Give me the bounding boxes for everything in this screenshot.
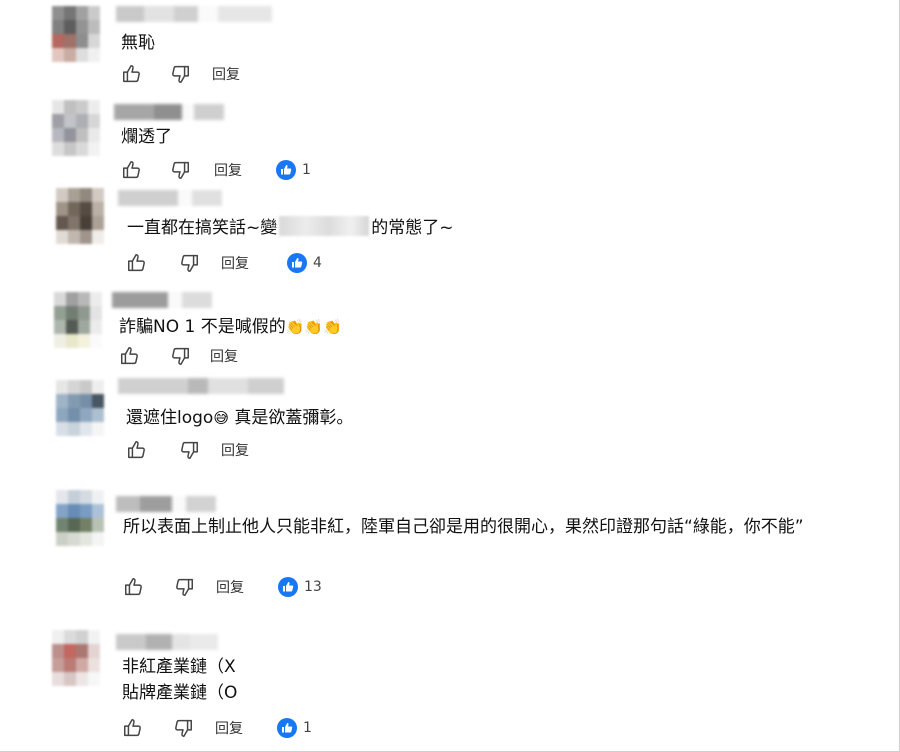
comment-actions: 回复 — [120, 62, 240, 86]
comment-item: 還遮住logo😅 真是欲蓋彌彰。 回复 — [0, 374, 890, 482]
avatar[interactable] — [56, 380, 104, 436]
comment-text-part: 詐騙NO 1 不是喊假的 — [119, 317, 286, 337]
dislike-button[interactable] — [171, 716, 195, 740]
thumbs-down-icon — [175, 719, 192, 737]
comment-text: 非紅產業鏈（X 貼牌產業鏈（O — [122, 654, 237, 706]
comment-item: 一直都在搞笑話~變 的常態了~ 回复 4 — [0, 184, 890, 286]
comment-item: 詐騙NO 1 不是喊假的👏👏👏 回复 — [0, 286, 890, 374]
thumbs-up-icon — [125, 578, 142, 596]
like-button[interactable] — [122, 575, 146, 599]
reply-button[interactable]: 回复 — [212, 64, 240, 84]
like-count-value: 4 — [313, 255, 322, 271]
like-button[interactable] — [118, 344, 142, 368]
like-reaction-icon — [277, 718, 297, 738]
author-name[interactable] — [116, 6, 272, 22]
like-button[interactable] — [120, 158, 144, 182]
comment-text: 詐騙NO 1 不是喊假的👏👏👏 — [119, 314, 342, 340]
author-name[interactable] — [112, 292, 212, 308]
comment-item: 無恥 回复 — [0, 0, 890, 90]
comment-text-part: 真是欲蓋彌彰。 — [228, 408, 354, 428]
avatar[interactable] — [52, 6, 100, 62]
author-name[interactable] — [114, 104, 224, 120]
comment-text-part: 還遮住logo — [126, 408, 214, 428]
like-reaction-icon — [278, 577, 298, 597]
reply-button[interactable]: 回复 — [216, 577, 244, 597]
like-button[interactable] — [125, 251, 149, 275]
comment-text-part: 一直都在搞笑話~變 — [127, 218, 278, 238]
thumbs-down-icon — [172, 65, 189, 83]
comment-actions: 回复 1 — [121, 716, 312, 740]
reply-button[interactable]: 回复 — [215, 718, 243, 738]
avatar[interactable] — [56, 490, 104, 546]
dislike-button[interactable] — [177, 438, 201, 462]
comment-actions: 回复 13 — [122, 575, 322, 599]
like-button[interactable] — [125, 438, 149, 462]
like-count-value: 13 — [304, 579, 322, 595]
thumbs-up-icon — [128, 441, 145, 459]
thumbs-down-icon — [181, 441, 198, 459]
thumbs-down-icon — [181, 254, 198, 272]
like-reaction-icon — [287, 253, 307, 273]
thumbs-up-icon — [124, 719, 141, 737]
reply-button[interactable]: 回复 — [221, 440, 249, 460]
dislike-button[interactable] — [168, 62, 192, 86]
avatar[interactable] — [56, 188, 104, 244]
comment-text-line: 非紅產業鏈（X — [122, 657, 236, 677]
comment-item: 所以表面上制止他人只能非紅，陸軍自己卻是用的很開心，果然印證那句話“綠能，你不能… — [0, 484, 890, 618]
thumbs-up-icon — [123, 161, 140, 179]
like-count: 4 — [287, 253, 322, 273]
dislike-button[interactable] — [168, 158, 192, 182]
like-count: 1 — [276, 160, 311, 180]
reply-button[interactable]: 回复 — [221, 253, 249, 273]
dislike-button[interactable] — [172, 575, 196, 599]
avatar[interactable] — [52, 100, 100, 156]
comment-text: 爛透了 — [121, 127, 172, 147]
thumbs-down-icon — [172, 347, 189, 365]
comment-actions: 回复 1 — [120, 158, 311, 182]
like-count: 1 — [277, 718, 312, 738]
like-count-value: 1 — [302, 162, 311, 178]
comment-item: 爛透了 回复 1 — [0, 92, 890, 184]
author-name[interactable] — [116, 496, 216, 512]
reply-button[interactable]: 回复 — [214, 160, 242, 180]
like-button[interactable] — [120, 62, 144, 86]
comment-actions: 回复 — [118, 344, 238, 368]
avatar[interactable] — [52, 630, 100, 686]
comment-text-part: 的常態了~ — [371, 218, 454, 238]
like-count: 13 — [278, 577, 322, 597]
comment-actions: 回复 — [125, 438, 249, 462]
comment-text: 無恥 — [121, 33, 155, 53]
dislike-button[interactable] — [168, 344, 192, 368]
clapping-hands-emoji: 👏👏👏 — [285, 318, 342, 336]
like-button[interactable] — [121, 716, 145, 740]
like-reaction-icon — [276, 160, 296, 180]
author-name[interactable] — [116, 634, 218, 650]
thumbs-up-icon — [123, 65, 140, 83]
comment-text-line: 貼牌產業鏈（O — [122, 683, 238, 703]
like-count-value: 1 — [303, 720, 312, 736]
avatar[interactable] — [54, 292, 102, 348]
thumbs-down-icon — [172, 161, 189, 179]
comment-actions: 回复 4 — [125, 251, 322, 275]
dislike-button[interactable] — [177, 251, 201, 275]
reply-button[interactable]: 回复 — [210, 346, 238, 366]
redacted-text — [279, 216, 370, 236]
comment-text: 還遮住logo😅 真是欲蓋彌彰。 — [126, 405, 353, 431]
thumbs-down-icon — [176, 578, 193, 596]
comment-text: 所以表面上制止他人只能非紅，陸軍自己卻是用的很開心，果然印證那句話“綠能，你不能… — [123, 517, 804, 537]
comment-item: 非紅產業鏈（X 貼牌產業鏈（O 回复 1 — [0, 626, 890, 750]
sweat-smile-emoji: 😅 — [213, 409, 229, 427]
author-name[interactable] — [118, 190, 222, 206]
thumbs-up-icon — [121, 347, 138, 365]
author-name[interactable] — [118, 378, 284, 394]
thumbs-up-icon — [128, 254, 145, 272]
comment-text: 一直都在搞笑話~變 的常態了~ — [127, 215, 454, 241]
